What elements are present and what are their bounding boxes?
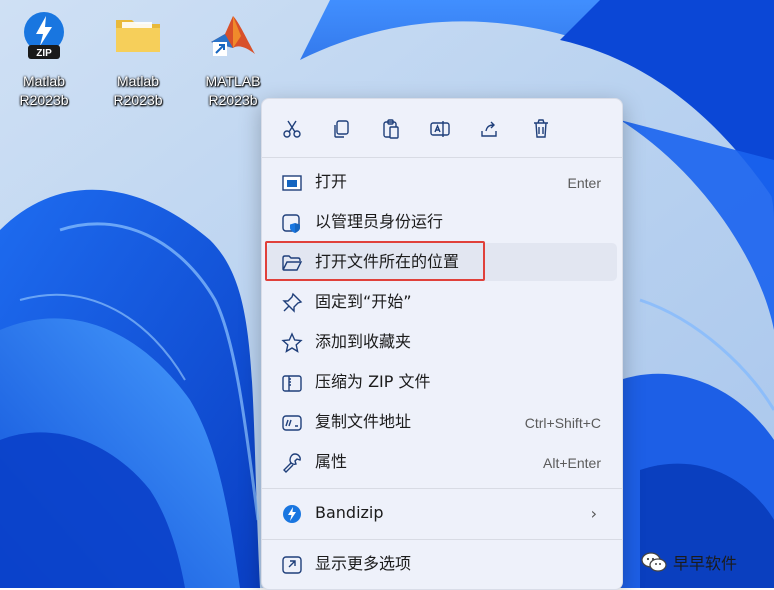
matlab-shortcut-icon <box>211 16 255 56</box>
menu-item-add-to-favorites[interactable]: 添加到收藏夹 <box>267 323 617 361</box>
desktop-icon-label-line1: Matlab <box>116 73 160 89</box>
menu-item-copy-file-path[interactable]: 复制文件地址 Ctrl+Shift+C <box>267 403 617 441</box>
menu-item-properties[interactable]: 属性 Alt+Enter <box>267 443 617 481</box>
menu-item-label: 属性 <box>315 452 348 471</box>
share-icon <box>481 121 497 137</box>
chevron-right-icon: › <box>590 504 597 523</box>
menu-item-open[interactable]: 打开 Enter <box>267 163 617 201</box>
menu-item-label: 复制文件地址 <box>315 412 412 431</box>
menu-item-compress-zip[interactable]: 压缩为 ZIP 文件 <box>267 363 617 401</box>
watermark-text: 早早软件 <box>673 554 738 573</box>
open-window-icon <box>282 175 302 191</box>
menu-item-shortcut: Alt+Enter <box>543 455 601 471</box>
menu-item-label: 显示更多选项 <box>315 554 412 573</box>
more-options-icon <box>282 556 302 574</box>
menu-item-label: Bandizip <box>315 503 384 522</box>
scissors-icon <box>283 120 301 138</box>
desktop-icon-matlab-folder[interactable]: Matlab R2023b <box>100 8 176 110</box>
watermark: 早早软件 <box>641 549 737 575</box>
separator <box>262 157 622 158</box>
menu-item-label: 固定到“开始” <box>315 292 412 311</box>
desktop-icon-matlab-shortcut[interactable]: MATLAB R2023b <box>195 8 271 110</box>
quick-actions-bar <box>262 99 622 157</box>
desktop-icon-label-line1: Matlab <box>22 73 66 89</box>
menu-item-label: 以管理员身份运行 <box>315 212 444 231</box>
context-menu: 打开 Enter 以管理员身份运行 打开文件所在的位置 固定到“开始” 添加到收… <box>261 98 623 590</box>
menu-item-label: 打开 <box>315 172 348 191</box>
copy-icon <box>334 120 349 138</box>
pin-icon <box>282 292 303 313</box>
separator <box>262 539 622 540</box>
copy-button[interactable] <box>327 115 355 143</box>
desktop-icon-matlab-zip[interactable]: ZIP Matlab R2023b <box>6 8 82 110</box>
cut-button[interactable] <box>278 115 306 143</box>
zip-folder-icon <box>282 375 302 392</box>
copy-path-icon <box>282 415 302 431</box>
desktop-icon-label-line2: R2023b <box>208 92 258 108</box>
svg-text:ZIP: ZIP <box>36 48 52 59</box>
rename-button[interactable] <box>426 115 454 143</box>
menu-item-label: 添加到收藏夹 <box>315 332 412 351</box>
zip-archive-icon: ZIP <box>24 12 64 59</box>
menu-item-shortcut: Ctrl+Shift+C <box>524 415 601 431</box>
bandizip-icon <box>283 505 301 523</box>
menu-item-show-more-options[interactable]: 显示更多选项 <box>267 545 617 583</box>
paste-icon <box>383 119 399 139</box>
menu-item-label: 打开文件所在的位置 <box>315 252 460 271</box>
separator <box>262 488 622 489</box>
wechat-icon <box>641 552 667 572</box>
folder-icon <box>116 20 160 52</box>
folder-open-icon <box>282 255 303 271</box>
menu-item-run-as-admin[interactable]: 以管理员身份运行 <box>267 203 617 241</box>
trash-icon <box>534 119 548 138</box>
menu-item-open-file-location[interactable]: 打开文件所在的位置 <box>265 241 617 281</box>
star-icon <box>281 332 303 353</box>
menu-item-label: 压缩为 ZIP 文件 <box>315 372 431 391</box>
menu-item-bandizip[interactable]: Bandizip › <box>267 494 617 532</box>
admin-shield-icon <box>282 214 300 233</box>
wrench-icon <box>283 453 301 473</box>
menu-item-shortcut: Enter <box>567 175 601 191</box>
desktop-icon-label-line2: R2023b <box>19 92 69 108</box>
menu-item-pin-to-start[interactable]: 固定到“开始” <box>267 283 617 321</box>
desktop-icon-label-line2: R2023b <box>113 92 163 108</box>
delete-button[interactable] <box>527 115 555 143</box>
paste-button[interactable] <box>377 115 405 143</box>
rename-icon <box>430 121 450 137</box>
share-button[interactable] <box>476 115 504 143</box>
desktop-icon-label-line1: MATLAB <box>205 73 261 89</box>
